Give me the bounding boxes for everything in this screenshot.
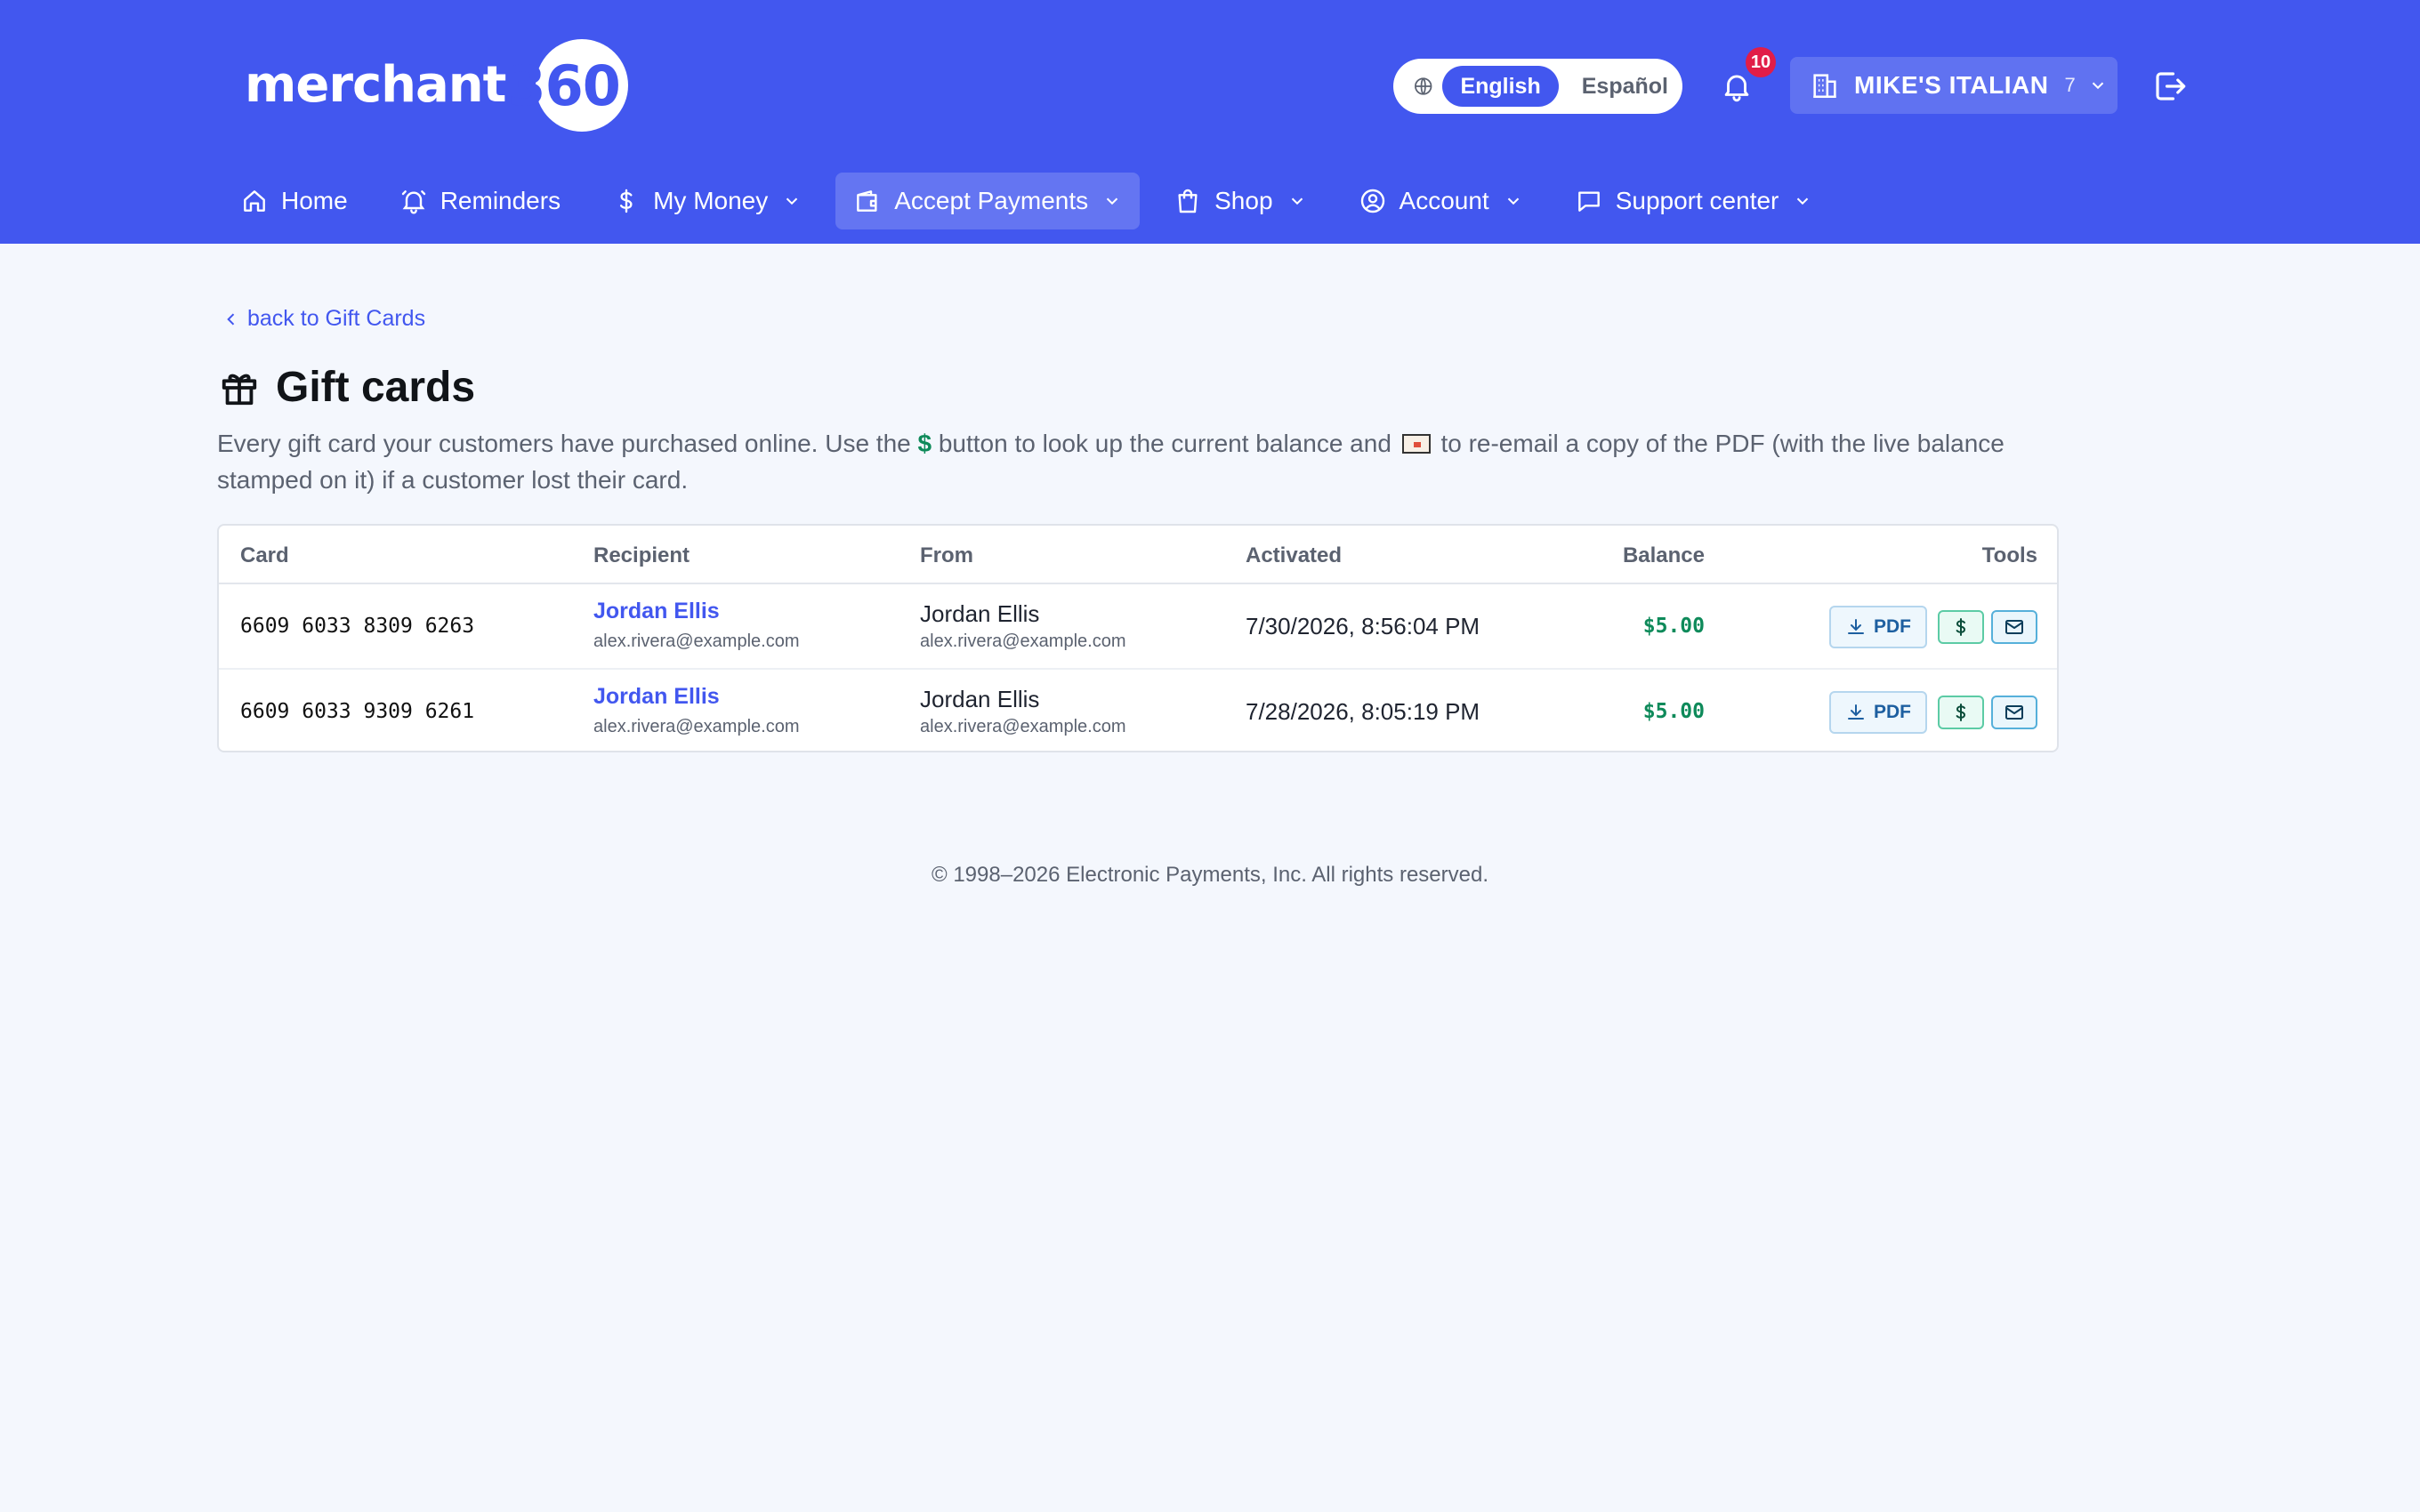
check-balance-button[interactable]	[1938, 696, 1984, 729]
pdf-label: PDF	[1874, 702, 1911, 722]
resend-email-button[interactable]	[1991, 696, 2037, 729]
card-number: 6609 6033 8309 6263	[240, 615, 475, 638]
from-name: Jordan Ellis	[920, 600, 1040, 627]
alarm-bell-icon	[401, 190, 425, 214]
chat-bubble-icon	[1577, 191, 1600, 212]
header-from: From	[920, 543, 973, 567]
wallet-icon	[857, 190, 877, 212]
from-email: alex.rivera@example.com	[920, 717, 1126, 736]
recipient-name-link[interactable]: Jordan Ellis	[593, 684, 720, 710]
shopping-bag-icon	[1178, 189, 1198, 213]
merchant-count: 7	[2064, 74, 2076, 96]
language-switcher: English Español	[1393, 59, 1682, 114]
gift-icon	[222, 374, 257, 405]
recipient-email: alex.rivera@example.com	[593, 631, 800, 651]
pdf-label: PDF	[1874, 616, 1911, 637]
bell-icon[interactable]	[1720, 69, 1754, 103]
gift-cards-table: Card Recipient From Activated Balance To…	[217, 524, 2059, 752]
header-activated: Activated	[1246, 543, 1343, 567]
nav-shop[interactable]: Shop	[1156, 173, 1324, 229]
balance-value: $5.00	[1642, 700, 1705, 723]
footer-copyright: © 1998–2026 Electronic Payments, Inc. Al…	[931, 863, 1488, 887]
page-description: Every gift card your customers have purc…	[217, 430, 2005, 494]
merchant-name: MIKE'S ITALIAN	[1854, 71, 2049, 99]
back-to-gift-cards-link[interactable]: back to Gift Cards	[222, 306, 425, 332]
envelope-emoji-icon	[1401, 434, 1431, 454]
merchant-selector[interactable]: MIKE'S ITALIAN 7	[1790, 57, 2118, 114]
mail-icon	[2005, 620, 2023, 634]
activated-date: 7/30/2026, 8:56:04 PM	[1246, 613, 1480, 639]
chevron-down-icon	[1797, 197, 1809, 205]
table-header: Card Recipient From Activated Balance To…	[219, 526, 2057, 584]
page-title-text: Gift cards	[276, 364, 476, 411]
header-card: Card	[240, 543, 289, 567]
user-circle-icon	[1360, 189, 1384, 213]
nav-accept-payments[interactable]: Accept Payments	[835, 173, 1141, 229]
table-row: 6609 6033 9309 6261 Jordan Ellis alex.ri…	[219, 670, 2057, 751]
row-tools: PDF	[1829, 606, 2037, 648]
back-link-label: back to Gift Cards	[247, 306, 426, 331]
row-tools: PDF	[1829, 691, 2037, 734]
top-header: merchant 360 English Español 10 MIKE'S I…	[0, 0, 2420, 244]
from-email: alex.rivera@example.com	[920, 631, 1126, 651]
nav-support-center-label: Support center	[1615, 187, 1779, 214]
nav-home[interactable]: Home	[222, 173, 366, 229]
recipient-name-link[interactable]: Jordan Ellis	[593, 599, 720, 624]
nav-my-money-label: My Money	[653, 187, 769, 214]
download-pdf-button[interactable]: PDF	[1829, 691, 1927, 734]
logo-number: 360	[507, 53, 620, 118]
card-number: 6609 6033 9309 6261	[240, 700, 475, 723]
merchant360-logo[interactable]: merchant 360	[245, 36, 641, 133]
download-icon	[1848, 619, 1864, 634]
nav-my-money[interactable]: My Money	[594, 173, 819, 229]
from-name: Jordan Ellis	[920, 686, 1040, 712]
download-pdf-button[interactable]: PDF	[1829, 606, 1927, 648]
logout-icon[interactable]	[2151, 68, 2189, 105]
notification-count-badge: 10	[1746, 47, 1776, 77]
building-icon	[1813, 74, 1836, 99]
language-english-button[interactable]: English	[1442, 66, 1559, 107]
header-tools: Tools	[1981, 543, 2037, 567]
dollar-icon	[1956, 618, 1966, 636]
table-row: 6609 6033 8309 6263 Jordan Ellis alex.ri…	[219, 584, 2057, 670]
chevron-left-icon	[227, 312, 235, 326]
chevron-down-icon	[1291, 197, 1303, 205]
nav-reminders-label: Reminders	[440, 187, 561, 214]
chevron-down-icon	[1507, 197, 1519, 205]
header-recipient: Recipient	[593, 543, 690, 567]
download-icon	[1848, 704, 1864, 720]
chevron-down-icon	[1106, 197, 1118, 205]
home-icon	[244, 190, 265, 212]
language-espanol-button[interactable]: Español	[1568, 74, 1682, 100]
dollar-icon	[620, 189, 633, 213]
main-nav: Home Reminders My Money Accept Payments …	[222, 173, 1846, 229]
nav-account[interactable]: Account	[1341, 173, 1541, 229]
balance-value: $5.00	[1642, 615, 1705, 638]
header-balance: Balance	[1622, 543, 1705, 567]
resend-email-button[interactable]	[1991, 610, 2037, 644]
logo-360-mark: 360	[507, 37, 641, 132]
chevron-down-icon	[786, 197, 798, 205]
nav-account-label: Account	[1399, 187, 1489, 214]
nav-home-label: Home	[281, 187, 348, 214]
nav-support-center[interactable]: Support center	[1557, 173, 1831, 229]
recipient-email: alex.rivera@example.com	[593, 717, 800, 736]
check-balance-button[interactable]	[1938, 610, 1984, 644]
globe-icon	[1415, 77, 1432, 95]
activated-date: 7/28/2026, 8:05:19 PM	[1246, 698, 1480, 725]
nav-shop-label: Shop	[1214, 187, 1273, 214]
nav-reminders[interactable]: Reminders	[382, 173, 578, 229]
page-title: Gift cards	[219, 363, 475, 412]
dollar-icon	[1956, 704, 1966, 721]
chevron-down-icon	[2092, 82, 2103, 90]
logo-text: merchant	[245, 55, 506, 114]
dollar-sign-inline: $	[917, 430, 932, 457]
nav-accept-payments-label: Accept Payments	[894, 187, 1089, 214]
mail-icon	[2005, 705, 2023, 720]
